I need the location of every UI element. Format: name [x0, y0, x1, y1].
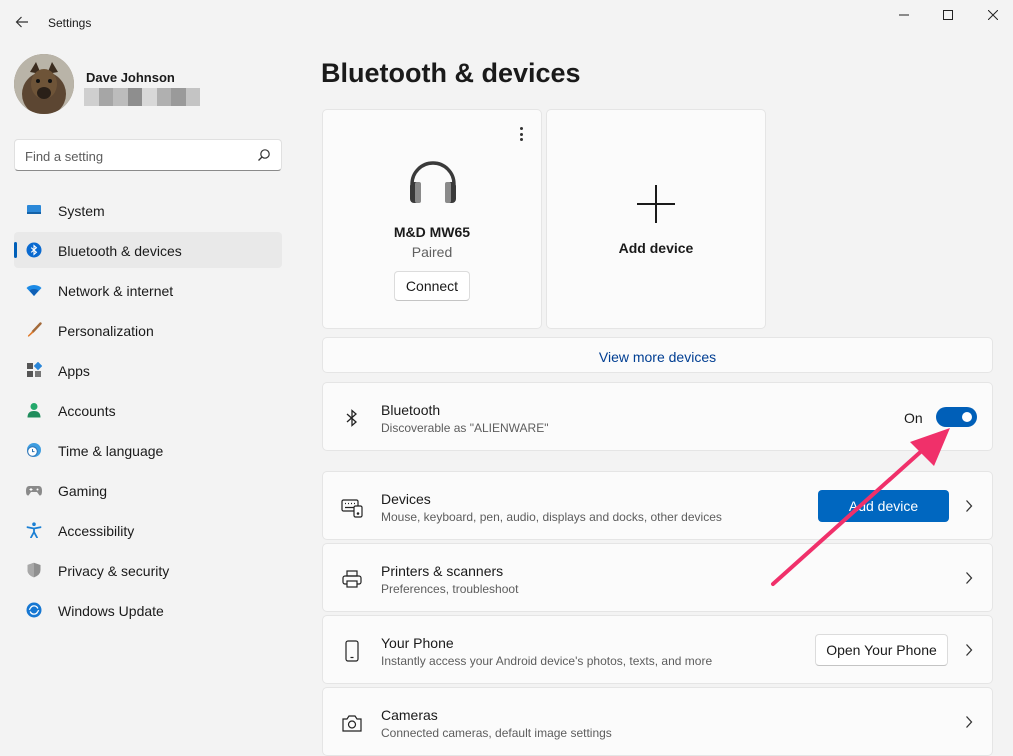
bluetooth-toggle[interactable] — [936, 407, 977, 427]
sidebar-item-accounts[interactable]: Accounts — [14, 392, 282, 428]
devices-row[interactable]: Devices Mouse, keyboard, pen, audio, dis… — [322, 471, 993, 540]
minimize-icon — [899, 14, 909, 16]
phone-icon — [345, 640, 359, 662]
sidebar-item-apps[interactable]: Apps — [14, 352, 282, 388]
update-icon — [26, 602, 42, 618]
keyboard-icon — [341, 499, 363, 518]
bluetooth-toggle-row: Bluetooth Discoverable as "ALIENWARE" On — [322, 382, 993, 451]
app-title: Settings — [48, 16, 92, 30]
headphones-icon — [410, 161, 456, 203]
printer-icon — [342, 570, 362, 588]
back-button[interactable] — [10, 8, 34, 36]
add-device-card[interactable]: Add device — [546, 109, 766, 329]
sidebar-item-label: Privacy & security — [58, 563, 170, 579]
row-title: Bluetooth — [381, 402, 441, 418]
sidebar-item-accessibility[interactable]: Accessibility — [14, 512, 282, 548]
person-icon — [27, 403, 41, 418]
row-subtitle: Preferences, troubleshoot — [381, 582, 519, 596]
sidebar-item-label: Bluetooth & devices — [58, 243, 182, 259]
arrow-left-icon — [15, 16, 28, 28]
sidebar-item-label: Windows Update — [58, 603, 164, 619]
sidebar-item-label: Network & internet — [58, 283, 174, 299]
chevron-right-icon — [966, 716, 973, 728]
view-more-devices-button[interactable]: View more devices — [322, 337, 993, 373]
globe-clock-icon — [27, 443, 41, 457]
sidebar-item-label: Gaming — [58, 483, 108, 499]
shield-icon — [27, 562, 41, 578]
device-name: M&D MW65 — [393, 224, 471, 240]
toggle-state-label: On — [904, 410, 923, 426]
connect-button[interactable]: Connect — [394, 271, 470, 301]
search-input[interactable] — [25, 146, 245, 166]
sidebar-item-label: System — [58, 203, 105, 219]
redaction-block — [113, 88, 128, 106]
row-subtitle: Mouse, keyboard, pen, audio, displays an… — [381, 510, 722, 524]
redaction-block — [156, 88, 171, 106]
sidebar-item-label: Accounts — [58, 403, 116, 419]
add-device-button[interactable]: Add device — [818, 490, 949, 522]
plus-icon — [637, 185, 675, 223]
row-subtitle: Instantly access your Android device's p… — [381, 654, 713, 668]
sidebar-item-label: Accessibility — [58, 523, 135, 539]
row-subtitle: Connected cameras, default image setting… — [381, 726, 612, 740]
your-phone-row[interactable]: Your Phone Instantly access your Android… — [322, 615, 993, 684]
accessibility-icon — [26, 522, 42, 538]
sidebar-nav: System Bluetooth & devices Network & int… — [14, 192, 282, 632]
minimize-button[interactable] — [881, 0, 927, 30]
redaction-block — [98, 88, 113, 106]
add-device-label: Add device — [618, 240, 694, 256]
title-bar: Settings — [0, 0, 1013, 44]
redaction-block — [142, 88, 157, 106]
brush-icon — [27, 322, 42, 337]
paired-device-card: M&D MW65 Paired Connect — [322, 109, 542, 329]
redacted-email — [84, 88, 200, 106]
device-status: Paired — [411, 244, 453, 260]
apps-icon — [27, 362, 42, 377]
more-options-button[interactable] — [513, 126, 529, 142]
redaction-block — [185, 88, 200, 106]
sidebar-item-windows-update[interactable]: Windows Update — [14, 592, 282, 628]
avatar — [14, 54, 74, 114]
sidebar-item-personalization[interactable]: Personalization — [14, 312, 282, 348]
sidebar-item-label: Apps — [58, 363, 90, 379]
sidebar-item-system[interactable]: System — [14, 192, 282, 228]
printers-scanners-row[interactable]: Printers & scanners Preferences, trouble… — [322, 543, 993, 612]
row-title: Cameras — [381, 707, 438, 723]
close-icon — [988, 10, 998, 20]
sidebar-item-bluetooth[interactable]: Bluetooth & devices — [14, 232, 282, 268]
wifi-icon — [26, 285, 42, 296]
gamepad-icon — [26, 486, 42, 496]
open-your-phone-button[interactable]: Open Your Phone — [815, 634, 948, 666]
row-title: Printers & scanners — [381, 563, 504, 579]
sidebar-item-privacy-security[interactable]: Privacy & security — [14, 552, 282, 588]
user-name: Dave Johnson — [86, 70, 175, 85]
sidebar-item-time-language[interactable]: Time & language — [14, 432, 282, 468]
row-title: Devices — [381, 491, 431, 507]
search-icon[interactable] — [257, 148, 271, 162]
camera-icon — [342, 715, 362, 732]
redaction-block — [127, 88, 142, 106]
sidebar-item-network[interactable]: Network & internet — [14, 272, 282, 308]
sidebar-item-gaming[interactable]: Gaming — [14, 472, 282, 508]
chevron-right-icon — [966, 644, 973, 656]
bluetooth-icon — [26, 242, 42, 258]
bluetooth-icon — [346, 409, 357, 427]
monitor-icon — [27, 205, 41, 214]
redaction-block — [171, 88, 186, 106]
chevron-right-icon — [966, 572, 973, 584]
maximize-button[interactable] — [925, 0, 971, 30]
redaction-block — [84, 88, 99, 106]
maximize-icon — [943, 10, 953, 20]
close-button[interactable] — [970, 0, 1013, 30]
row-title: Your Phone — [381, 635, 454, 651]
view-more-devices-label: View more devices — [598, 349, 717, 365]
chevron-right-icon — [966, 500, 973, 512]
dog-avatar-icon — [14, 54, 74, 114]
cameras-row[interactable]: Cameras Connected cameras, default image… — [322, 687, 993, 756]
page-title: Bluetooth & devices — [321, 58, 581, 88]
row-subtitle: Discoverable as "ALIENWARE" — [381, 421, 549, 435]
search-box[interactable] — [14, 139, 282, 171]
sidebar-item-label: Personalization — [58, 323, 154, 339]
sidebar-item-label: Time & language — [58, 443, 164, 459]
